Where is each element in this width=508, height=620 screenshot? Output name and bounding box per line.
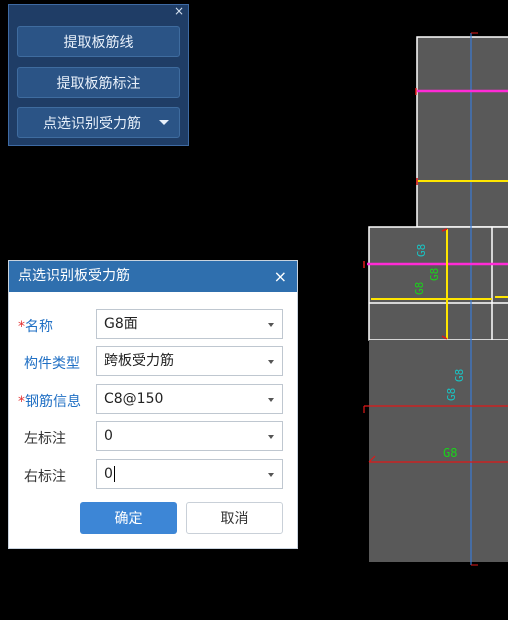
- chevron-down-icon[interactable]: [268, 323, 274, 327]
- left-annotation-row: 左标注 0: [9, 421, 297, 451]
- rebar-label-5: G8: [445, 388, 458, 401]
- name-label: *名称: [18, 319, 53, 335]
- rebar-label-3: G8: [413, 282, 426, 295]
- rebar-info-value: C8@150: [104, 391, 164, 407]
- close-icon[interactable]: ×: [274, 261, 287, 292]
- required-mark: *: [18, 319, 25, 335]
- chevron-down-icon[interactable]: [159, 120, 169, 125]
- chevron-down-icon[interactable]: [268, 398, 274, 402]
- upper-slab[interactable]: [416, 36, 508, 228]
- ok-button[interactable]: 确定: [80, 502, 177, 534]
- extract-slab-rebar-lines-label: 提取板筋线: [63, 34, 134, 51]
- rebar-label-2: G8: [428, 268, 441, 281]
- extract-slab-rebar-labels-label: 提取板筋标注: [56, 75, 141, 92]
- component-type-value: 跨板受力筋: [104, 353, 174, 369]
- lower-slab[interactable]: [369, 340, 508, 562]
- middle-slab[interactable]: [368, 226, 508, 341]
- name-row: *名称 G8面: [9, 309, 297, 339]
- rebar-label-6: G8: [443, 446, 457, 460]
- extract-slab-rebar-labels-button[interactable]: 提取板筋标注: [17, 67, 180, 98]
- rebar-label-4: G8: [453, 369, 466, 382]
- left-annotation-value: 0: [104, 428, 113, 444]
- rebar-info-row: *钢筋信息 C8@150: [9, 384, 297, 414]
- chevron-down-icon[interactable]: [268, 435, 274, 439]
- rebar-info-select[interactable]: C8@150: [96, 384, 283, 414]
- ok-button-label: 确定: [114, 511, 143, 527]
- rebar-info-label: *钢筋信息: [18, 394, 81, 410]
- extract-slab-rebar-lines-button[interactable]: 提取板筋线: [17, 26, 180, 57]
- component-type-select[interactable]: 跨板受力筋: [96, 346, 283, 376]
- dialog-title: 点选识别板受力筋: [18, 268, 130, 284]
- left-annotation-select[interactable]: 0: [96, 421, 283, 451]
- rebar-tool-palette: × 提取板筋线 提取板筋标注 点选识别受力筋: [8, 4, 189, 146]
- text-cursor: [113, 466, 115, 482]
- cancel-button[interactable]: 取消: [186, 502, 283, 534]
- left-annotation-label: 左标注: [24, 431, 66, 447]
- dialog-titlebar[interactable]: 点选识别板受力筋 ×: [9, 261, 297, 292]
- chevron-down-icon[interactable]: [268, 473, 274, 477]
- right-annotation-label: 右标注: [24, 469, 66, 485]
- component-type-row: 构件类型 跨板受力筋: [9, 346, 297, 376]
- right-annotation-value: 0: [104, 466, 113, 482]
- cancel-button-label: 取消: [220, 511, 249, 527]
- point-identify-rebar-button[interactable]: 点选识别受力筋: [17, 107, 180, 138]
- identify-slab-rebar-dialog: 点选识别板受力筋 × *名称 G8面 构件类型 跨板受力筋 *钢筋信息 C8@1…: [8, 260, 298, 549]
- right-annotation-select[interactable]: 0: [96, 459, 283, 489]
- right-annotation-row: 右标注 0: [9, 459, 297, 489]
- required-mark: *: [18, 394, 25, 410]
- chevron-down-icon[interactable]: [268, 360, 274, 364]
- rebar-label-1: G8: [415, 244, 428, 257]
- name-select[interactable]: G8面: [96, 309, 283, 339]
- point-identify-rebar-label: 点选识别受力筋: [43, 115, 141, 132]
- component-type-label: 构件类型: [24, 356, 80, 372]
- palette-close-icon[interactable]: ×: [174, 5, 184, 18]
- name-value: G8面: [104, 316, 138, 332]
